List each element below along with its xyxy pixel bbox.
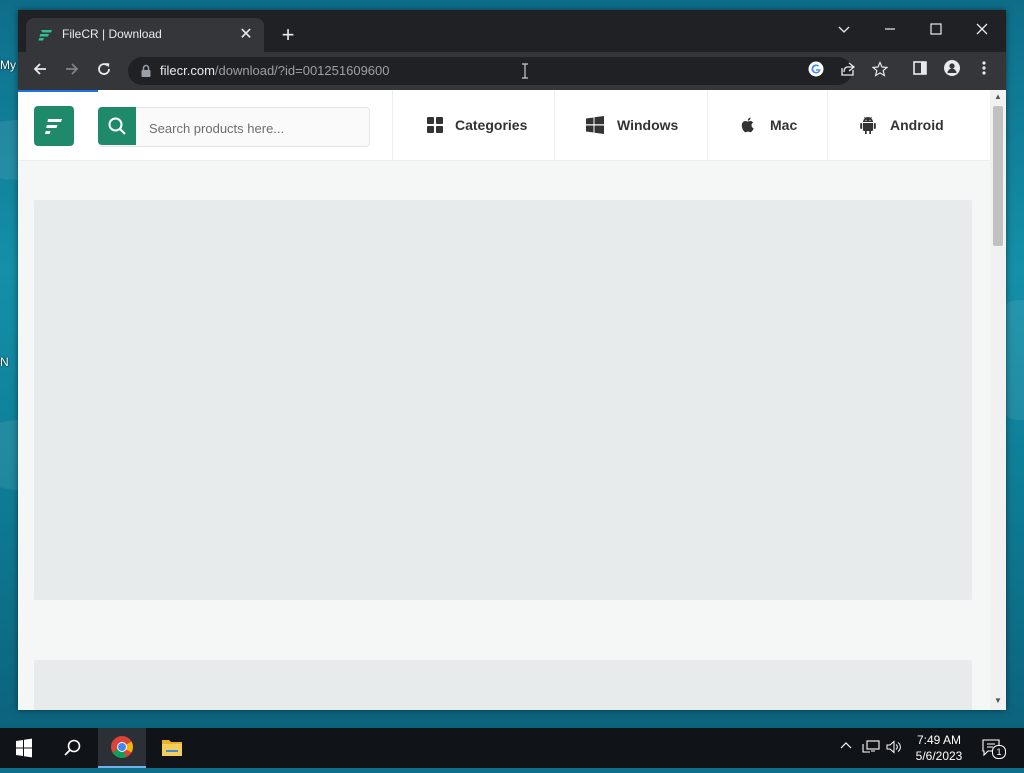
scroll-down-icon[interactable]: ▼ — [993, 696, 1003, 706]
star-icon[interactable] — [870, 61, 890, 81]
scroll-thumb[interactable] — [993, 106, 1003, 246]
close-icon[interactable] — [960, 16, 1004, 44]
lock-icon[interactable] — [140, 64, 152, 78]
nav-windows[interactable]: Windows — [554, 90, 707, 160]
arrow-right-icon[interactable] — [59, 58, 85, 84]
side-panel-icon[interactable] — [909, 60, 931, 82]
google-icon[interactable] — [806, 61, 826, 81]
search-box — [98, 107, 370, 148]
search-icon[interactable] — [48, 728, 96, 768]
nav-label: Mac — [770, 117, 798, 133]
desktop-icon-label[interactable]: My — [0, 58, 16, 72]
clock-time: 7:49 AM — [916, 733, 962, 747]
start-icon[interactable] — [0, 728, 48, 768]
scroll-up-icon[interactable]: ▲ — [993, 92, 1003, 102]
nav-categories[interactable]: Categories — [392, 90, 554, 160]
volume-icon[interactable] — [886, 740, 902, 757]
arrow-left-icon[interactable] — [27, 58, 53, 84]
filecr-logo-icon — [38, 30, 52, 41]
close-tab-icon[interactable]: ✕ — [236, 25, 256, 45]
desktop-icon-label[interactable]: N — [0, 355, 9, 369]
network-icon[interactable] — [862, 740, 880, 757]
android-icon — [860, 116, 876, 134]
site-header: Categories Windows Mac — [18, 90, 990, 161]
chevron-down-icon[interactable] — [822, 16, 866, 44]
file-explorer-icon[interactable] — [148, 728, 196, 768]
url-text[interactable]: filecr.com/download/?id=001251609600 — [160, 63, 390, 78]
maximize-icon[interactable] — [914, 16, 958, 44]
tab-title: FileCR | Download — [62, 27, 162, 41]
search-button[interactable] — [98, 107, 136, 145]
address-bar[interactable]: filecr.com/download/?id=001251609600 — [128, 57, 889, 85]
filecr-logo-icon — [45, 119, 62, 134]
search-input[interactable] — [147, 108, 361, 148]
nav-mac[interactable]: Mac — [707, 90, 827, 160]
menu-dots-icon[interactable] — [973, 60, 995, 82]
search-icon — [108, 117, 126, 135]
clock-date: 5/6/2023 — [915, 749, 963, 763]
text-cursor-icon — [522, 63, 528, 79]
browser-toolbar: filecr.com/download/?id=001251609600 — [18, 52, 1006, 90]
apple-icon — [741, 117, 754, 133]
profile-icon[interactable] — [941, 60, 963, 82]
browser-window: FileCR | Download ✕ + filecr.com/downloa… — [18, 10, 1006, 710]
page-loading-bar — [18, 90, 98, 92]
content-placeholder — [34, 200, 972, 600]
content-placeholder — [34, 660, 972, 710]
notification-icon[interactable]: 1 — [982, 738, 1006, 761]
chrome-icon[interactable] — [98, 728, 146, 768]
site-logo[interactable] — [34, 106, 74, 146]
chevron-up-icon[interactable] — [840, 740, 852, 755]
share-icon[interactable] — [838, 61, 858, 81]
nav-label: Windows — [617, 117, 679, 133]
page-viewport: Categories Windows Mac — [18, 90, 990, 710]
nav-android[interactable]: Android — [827, 90, 990, 160]
nav-label: Android — [890, 117, 944, 133]
minimize-icon[interactable] — [868, 16, 912, 44]
title-bar: FileCR | Download ✕ + — [18, 10, 1006, 52]
taskbar: 7:49 AM 5/6/2023 1 — [0, 728, 1024, 768]
clock[interactable]: 7:49 AM 5/6/2023 — [904, 732, 974, 764]
page-scrollbar[interactable]: ▲ ▼ — [990, 90, 1006, 710]
browser-tab[interactable]: FileCR | Download ✕ — [26, 18, 264, 52]
plus-icon[interactable]: + — [276, 24, 300, 48]
nav-label: Categories — [455, 117, 528, 133]
grid-icon — [427, 117, 443, 133]
windows-icon — [586, 116, 604, 134]
reload-icon[interactable] — [91, 58, 117, 84]
notification-count: 1 — [992, 745, 1006, 759]
